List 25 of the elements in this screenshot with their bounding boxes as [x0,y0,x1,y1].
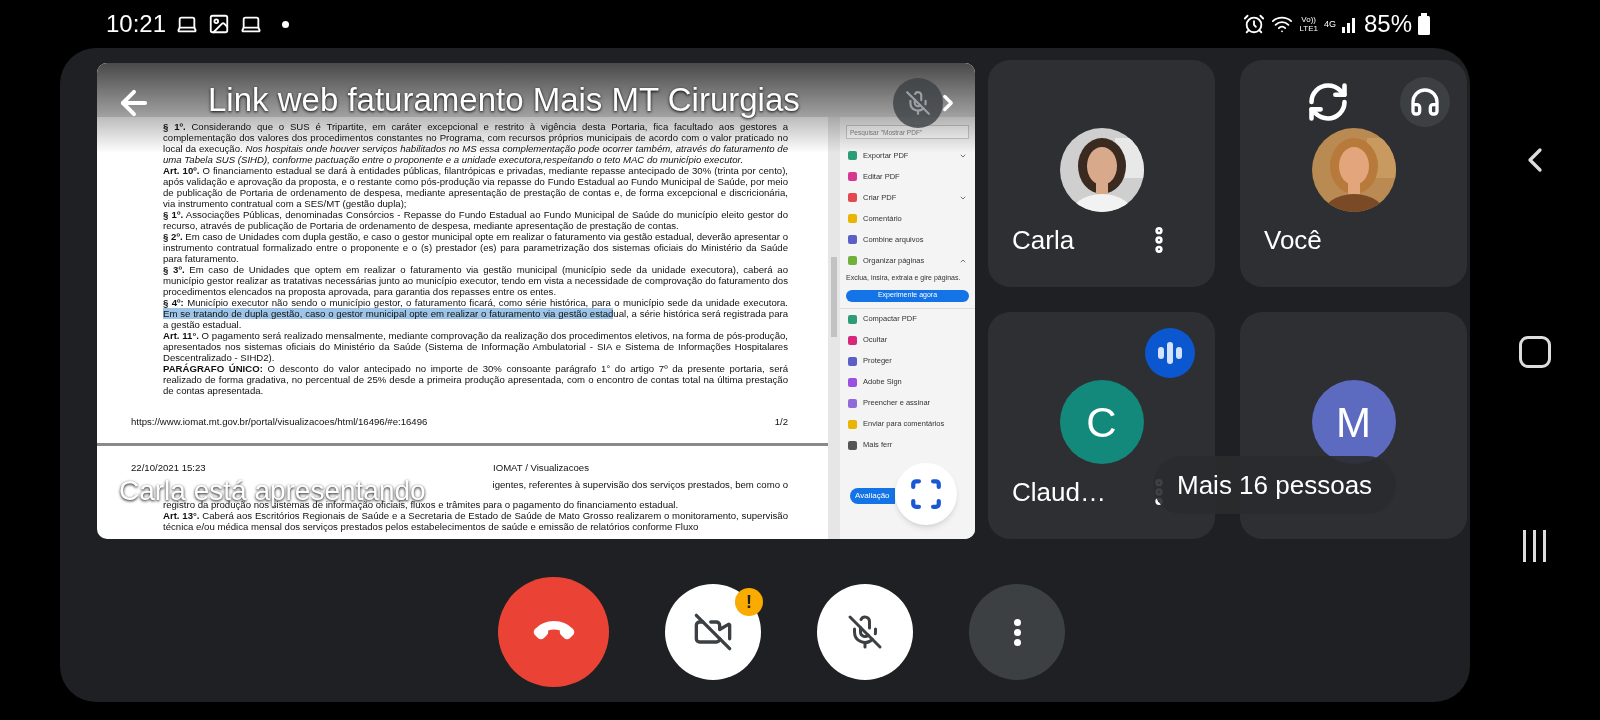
participant-name: Carla [1012,223,1075,257]
page-date: 22/10/2021 15:23 [131,462,207,473]
document-paragraph: § 4º: Município executor não sendo o município gestor, o faturamento ficará, como série histórica, para o município sede da unidade executora. Em se tratando de dupla gestão, caso o gestor municipal opte em realizar o faturamento via gestão estadual, a série histórica será registrada para a gestão estadual. [163,297,788,330]
lte-label: LTE1 [1299,24,1318,33]
volte-label: Vo)) [1301,15,1316,24]
document-paragraph: igentes, referentes à supervisão dos serviços prestados, bem como o [492,479,788,490]
document-paragraph: Art. 10º. O financiamento estadual se dará à entidades públicas, filantrópicas e privadas, mediante repasse antecipado de 30% (trinta por cento), após validação e aprovação da proposta, e o restante como pós-produção via repasse do Fundo Estadual ao Fundo Municipal de Saúde, por meio de publicação de Portaria de ordenamento de despesa, mediante apresentação de prestação de contas e, de forma excepcional e discricionária, via instrumento contratual com a SES/MT (gestão dupla); [163,165,788,209]
page-number: 1/2 [774,416,788,427]
document-paragraph: § 2º. Em caso de Unidades com dupla gestão, e caso o gestor municipal opte em realizar o faturamento via gestão estadual, deverão apresentar o instrumento contratual formalizado entre o proponente e o (s) prestador (es) para parametrização dos sistemas oficiais do Ministério da Saúde para faturamento. [163,231,788,264]
document-paragraph: PARÁGRAFO ÚNICO: O desconto do valor antecipado no importe de 30% consoante parágrafo 1° do artigo 7º da presente portaria, será realizado de forma gradativa, no percentual de 25% desde a primeira produção apresentada, com o encontro de contas total na última prestação de contas apresentada. [163,363,788,396]
document-paragraph: § 3º. Em caso de Unidades que optem em realizar o faturamento via gestão municipal (município sede da unidade executora), caberá ao município gestor realizar as tratativas necessárias junto ao município executor, tendo em vista a necessidade de comprovação do faturamento dos procedimentos elencados na proposta aprovada, para garantia dos repasses entre os entes. [163,264,788,297]
presentation-title: Link web faturamento Mais MT Cirurgias [208,83,800,116]
participant-name: Claud… [1012,475,1106,509]
page-header: IOMAT / Visualizacoes [493,462,589,473]
footer-url: https://www.iomat.mt.gov.br/portal/visualizacoes/html/16496/#e:16496 [131,416,428,427]
battery-percent: 85% [1363,9,1412,39]
avatar-initial: C [1059,380,1144,464]
network-label: 4G [1323,18,1336,31]
document-paragraph: § 1º. Considerando que o SUS é Tripartite, em caráter excepcional e restrito à vigência desta Portaria, fica facultado aos gestores a complementação dos valores dos procedimentos constantes no Programa, com recursos próprios municipais de acordo com o valor praticado no local da execução. Nos hospitais onde houver serviços habilitados no MS essa complementação pode ocorrer também, através do faturamento de uma Tabela SUS (SIHD), conforme pactuação entre o proponente e a unidade executora,respeitando o teto MAC do município executor. [163,121,788,165]
document-paragraph: Art. 13°. Caberá aos Escritórios Regionais de Saúde e a Secretaria de Estado de Saúde de Mato Grosso realizarem o monitoramento, supervisão técnica e/ou médica mensal dos serviços prestados pelos estabelecimentos de saúde e emissão de relatórios conforme Fluxo [163,510,788,532]
warning-badge: ! [735,588,763,616]
document-paragraph: Art. 11°. O pagamento será realizado mensalmente, mediante comprovação da realização dos procedimentos eletivos, na forma de pós-produção, apresentados nos sistemas oficiais do Ministério da Saúde (Sistema de Informação Ambulatorial - SIA e Sistema de Informações Hospitalares Descentralizado - SIHD2). [163,330,788,363]
clock-time: 10:21 [106,9,167,39]
participant-name: Você [1264,223,1322,257]
document-paragraph: § 1º. Associações Públicas, denominadas Consórcios - Repasse do Fundo Estadual ao Fundo Municipal de Saúde do município eleito gestor do recurso, através de publicação de Portaria de ordenamento de despesa, mediante apresentação de prestação de contas. [163,209,788,231]
